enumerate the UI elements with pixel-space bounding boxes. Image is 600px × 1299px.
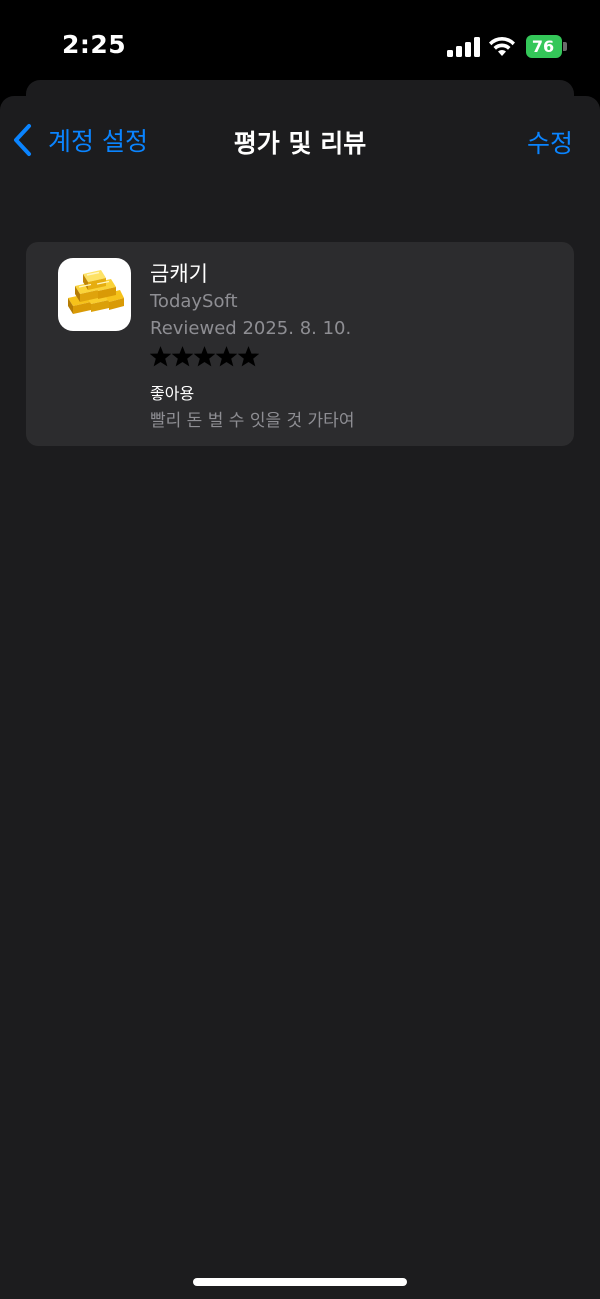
wifi-icon: [487, 34, 517, 58]
star-filled-icon: [238, 346, 259, 367]
back-button-label: 계정 설정: [48, 127, 148, 156]
gold-bars-icon: [58, 258, 131, 331]
home-indicator[interactable]: [193, 1278, 407, 1286]
back-button[interactable]: 계정 설정: [10, 120, 148, 160]
status-time: 2:25: [62, 30, 127, 59]
star-filled-icon: [194, 346, 215, 367]
review-body: 빨리 돈 벌 수 잇을 것 가타여: [150, 411, 355, 431]
review-card[interactable]: 금캐기 TodaySoft Reviewed 2025. 8. 10. 좋아용 …: [26, 242, 574, 446]
developer-name: TodaySoft: [150, 291, 238, 312]
edit-button[interactable]: 수정: [527, 124, 573, 160]
battery-icon: 76: [526, 35, 562, 58]
battery-cap: [563, 42, 567, 51]
star-rating: [150, 346, 259, 367]
signal-icon: [447, 37, 481, 57]
status-bar: 2:25 76: [0, 0, 600, 80]
review-title: 좋아용: [150, 384, 195, 403]
app-name: 금캐기: [150, 262, 208, 286]
screen: 2:25 76 계정 설정 평가 및 리뷰 수정 금캐기 TodaySoft R…: [0, 0, 600, 1299]
star-filled-icon: [172, 346, 193, 367]
battery-level: 76: [531, 37, 555, 56]
star-filled-icon: [216, 346, 237, 367]
star-filled-icon: [150, 346, 171, 367]
chevron-left-icon: [14, 124, 31, 156]
review-date: Reviewed 2025. 8. 10.: [150, 318, 352, 339]
